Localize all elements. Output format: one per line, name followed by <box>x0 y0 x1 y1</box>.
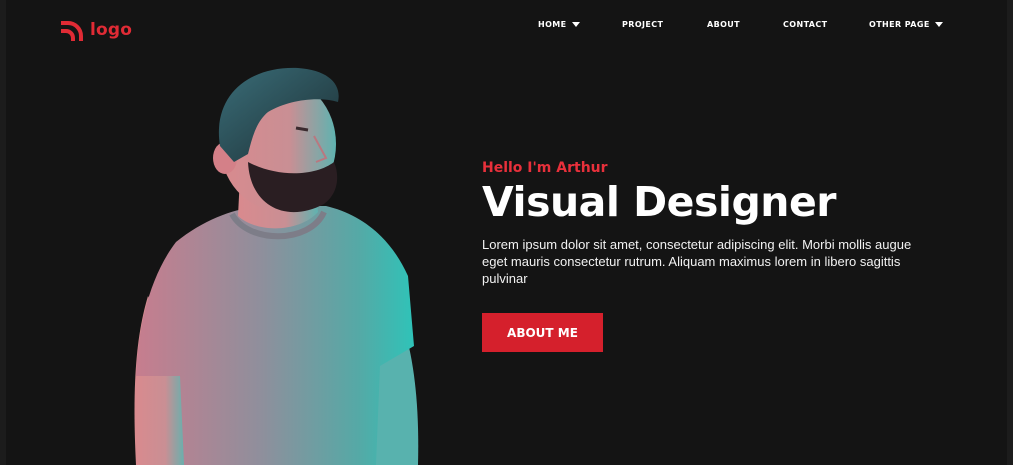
portrait-image <box>128 66 428 465</box>
nav-label-project: PROJECT <box>622 20 664 29</box>
hero-greeting: Hello I'm Arthur <box>482 160 608 176</box>
hero-headline: Visual Designer <box>482 178 837 226</box>
nav-label-contact: CONTACT <box>783 20 828 29</box>
nav-item-contact[interactable]: CONTACT <box>783 20 828 29</box>
nav-label-other-page: OTHER PAGE <box>869 20 930 29</box>
hero-description: Lorem ipsum dolor sit amet, consectetur … <box>482 237 912 286</box>
main-nav: HOME PROJECT ABOUT CONTACT OTHER PAGE <box>6 20 1007 34</box>
about-me-button[interactable]: ABOUT ME <box>482 313 603 352</box>
caret-down-icon <box>934 22 943 27</box>
nav-item-project[interactable]: PROJECT <box>622 20 663 29</box>
nav-item-other-page[interactable]: OTHER PAGE <box>869 20 943 29</box>
nav-item-home[interactable]: HOME <box>538 20 580 29</box>
landing-page: logo HOME PROJECT ABOUT CONTACT OTHER PA… <box>0 0 1013 465</box>
nav-label-about: ABOUT <box>707 20 741 29</box>
person-illustration <box>134 67 419 465</box>
caret-down-icon <box>571 22 580 27</box>
nav-item-about[interactable]: ABOUT <box>707 20 740 29</box>
nav-label-home: HOME <box>538 20 567 29</box>
